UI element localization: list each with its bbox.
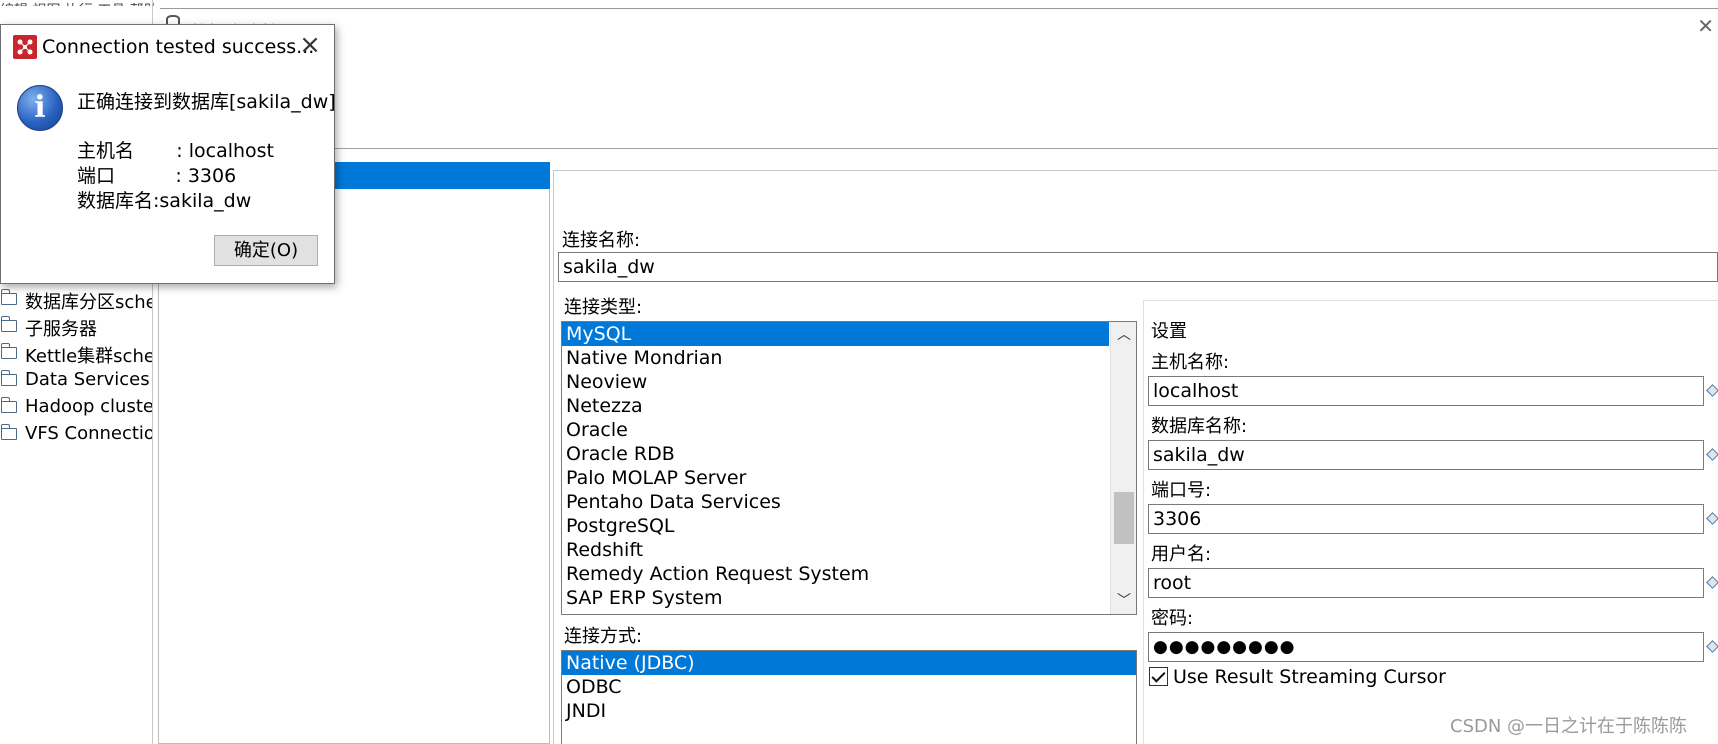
connection-type-item[interactable]: Pentaho Data Services xyxy=(562,490,1136,514)
connection-test-dialog: Connection tested success... × i 正确连接到数据… xyxy=(0,24,336,284)
dialog-host-line: 主机名 : localhost xyxy=(77,140,275,162)
connection-type-item[interactable]: Neoview xyxy=(562,370,1136,394)
dbname-label: 数据库名称: xyxy=(1151,416,1248,437)
dialog-message: 正确连接到数据库[sakila_dw] xyxy=(77,91,336,113)
connection-type-item[interactable]: Oracle RDB xyxy=(562,442,1136,466)
streaming-cursor-checkbox[interactable] xyxy=(1149,667,1168,686)
tree-item-vfs-connections[interactable]: VFS Connections xyxy=(0,421,152,448)
connection-type-scrollbar[interactable]: ︿ ﹀ xyxy=(1110,322,1136,614)
ok-button[interactable]: 确定(O) xyxy=(214,235,318,266)
connection-type-listbox[interactable]: MySQL Native Mondrian Neoview Netezza Oracle… xyxy=(561,321,1137,615)
tree-item-hadoop-clusters[interactable]: Hadoop clusters xyxy=(0,394,152,421)
information-icon: i xyxy=(17,85,63,131)
connection-type-item[interactable]: Netezza xyxy=(562,394,1136,418)
tree-item-slave-servers[interactable]: 子服务器 xyxy=(0,313,152,340)
streaming-cursor-label: Use Result Streaming Cursor xyxy=(1173,666,1446,688)
password-input[interactable]: ●●●●●●●●● xyxy=(1148,632,1704,662)
connection-type-item[interactable]: Redshift xyxy=(562,538,1136,562)
watermark: CSDN @一日之计在于陈陈陈 xyxy=(1450,716,1688,737)
tree-item-label: 数据库分区sche xyxy=(25,292,152,313)
folder-icon xyxy=(0,370,17,386)
settings-title: 设置 xyxy=(1151,321,1187,342)
access-method-item[interactable]: Native (JDBC) xyxy=(562,651,1136,675)
folder-icon xyxy=(0,343,17,359)
dialog-port-line: 端口 : 3306 xyxy=(77,165,237,187)
scrollbar-thumb[interactable] xyxy=(1114,492,1134,544)
tree-item-data-services[interactable]: Data Services xyxy=(0,367,152,394)
window-close-icon[interactable]: ✕ xyxy=(1697,14,1714,38)
access-method-item[interactable]: JNDI xyxy=(562,699,1136,723)
folder-icon xyxy=(0,397,17,413)
tree-item-label: Data Services xyxy=(25,369,150,390)
access-method-listbox[interactable]: Native (JDBC) ODBC JNDI xyxy=(561,650,1137,744)
connection-name-label: 连接名称: xyxy=(562,230,641,251)
background-menu-bar: 编辑 视图 执行 工具 帮助 xyxy=(0,0,300,6)
divider xyxy=(300,148,1718,149)
folder-icon xyxy=(0,289,17,305)
connection-type-item[interactable]: PostgreSQL xyxy=(562,514,1136,538)
connection-name-input[interactable]: sakila_dw xyxy=(558,252,1718,282)
user-label: 用户名: xyxy=(1151,544,1212,565)
folder-icon xyxy=(0,316,17,332)
access-method-item[interactable]: ODBC xyxy=(562,675,1136,699)
connection-type-item[interactable]: Oracle xyxy=(562,418,1136,442)
dialog-title: Connection tested success... xyxy=(42,36,315,58)
dialog-db-line: 数据库名:sakila_dw xyxy=(77,190,252,212)
dbname-input[interactable]: sakila_dw xyxy=(1148,440,1704,470)
tree-item-partition-schemas[interactable]: 数据库分区sche xyxy=(0,286,152,313)
connection-type-item[interactable]: MySQL xyxy=(562,322,1109,346)
port-input[interactable]: 3306 xyxy=(1148,504,1704,534)
kettle-spoon-icon xyxy=(13,35,37,59)
user-input[interactable]: root xyxy=(1148,568,1704,598)
host-label: 主机名称: xyxy=(1151,352,1230,373)
host-input[interactable]: localhost xyxy=(1148,376,1704,406)
access-method-label: 连接方式: xyxy=(564,626,643,647)
port-label: 端口号: xyxy=(1151,480,1212,501)
scroll-up-icon[interactable]: ︿ xyxy=(1111,324,1136,346)
connection-type-item[interactable]: Palo MOLAP Server xyxy=(562,466,1136,490)
tree-item-label: Hadoop clusters xyxy=(25,396,152,417)
dialog-close-icon[interactable]: × xyxy=(297,32,323,59)
tree-item-cluster-schemas[interactable]: Kettle集群schem xyxy=(0,340,152,367)
password-label: 密码: xyxy=(1151,608,1194,629)
folder-icon xyxy=(0,424,17,440)
tree-item-label: VFS Connections xyxy=(25,423,152,444)
connection-type-label: 连接类型: xyxy=(564,297,643,318)
background-window-title: 数据库连接 xyxy=(160,8,1718,38)
connection-type-item[interactable]: SAP ERP System xyxy=(562,586,1136,610)
scroll-down-icon[interactable]: ﹀ xyxy=(1111,590,1136,612)
tree-item-label: Kettle集群schem xyxy=(25,346,152,367)
connection-type-item[interactable]: Native Mondrian xyxy=(562,346,1136,370)
connection-type-item[interactable]: Remedy Action Request System xyxy=(562,562,1136,586)
tree-item-label: 子服务器 xyxy=(25,319,97,340)
repository-tree: 数据库分区sche 子服务器 Kettle集群schem Data Servic… xyxy=(0,286,152,448)
